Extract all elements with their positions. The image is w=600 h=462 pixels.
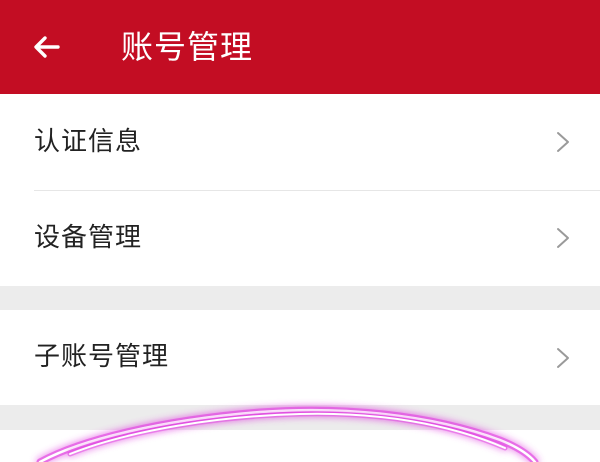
- app-header: 账号管理: [0, 0, 600, 94]
- arrow-left-icon: [34, 36, 60, 58]
- menu-item-label: 认证信息: [34, 127, 143, 157]
- menu-group-next: [0, 430, 600, 462]
- menu-item-device-management[interactable]: 设备管理: [0, 190, 600, 286]
- menu-group-subaccount: 子账号管理: [0, 310, 600, 405]
- chevron-right-icon: [557, 132, 569, 152]
- chevron-right-icon: [557, 348, 569, 368]
- menu-group-account: 认证信息 设备管理: [0, 94, 600, 286]
- menu-item-certification-info[interactable]: 认证信息: [0, 94, 600, 190]
- menu-item-subaccount-management[interactable]: 子账号管理: [0, 310, 600, 405]
- chevron-right-icon: [557, 228, 569, 248]
- menu-item-label: 设备管理: [34, 223, 143, 253]
- back-button[interactable]: [30, 30, 64, 64]
- menu-item-label: 子账号管理: [34, 342, 170, 372]
- page-title: 账号管理: [121, 28, 254, 66]
